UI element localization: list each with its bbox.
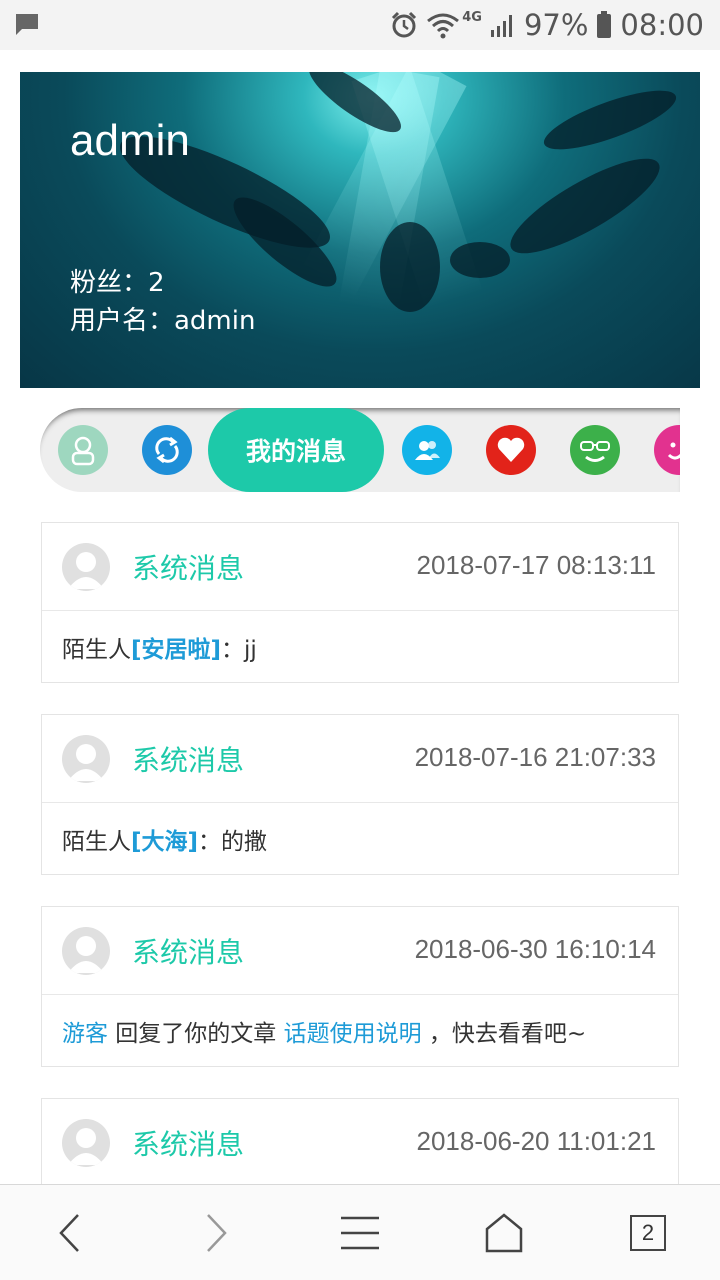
message-icon (16, 14, 38, 35)
forward-button[interactable] (188, 1207, 244, 1259)
alarm-icon (392, 11, 417, 38)
message-time: 2018-06-30 16:10:14 (414, 934, 656, 964)
user-icon[interactable] (58, 425, 108, 475)
profile-banner: admin 粉丝：2 用户名：admin (20, 72, 700, 388)
message-card[interactable]: 系统消息 2018-06-30 16:10:14 游客 回复了你的文章 话题使用… (41, 906, 679, 1067)
heart-icon[interactable] (486, 425, 536, 475)
message-time: 2018-06-20 11:01:21 (416, 1126, 657, 1156)
avatar (62, 543, 110, 591)
message-card[interactable]: 系统消息 2018-07-17 08:13:11 陌生人 [安居啦] ：jj (41, 522, 679, 683)
article-link[interactable]: 话题使用说明 (284, 1014, 422, 1048)
username: 用户名：admin (70, 306, 256, 336)
message-card[interactable]: 系统消息 2018-07-16 21:07:33 陌生人 [大海] ：的撒 (41, 714, 679, 875)
status-bar: 4G 97% 08:00 (0, 0, 720, 50)
contacts-icon[interactable] (402, 425, 452, 475)
message-header: 系统消息 2018-06-30 16:10:14 (42, 907, 678, 995)
message-content: ：的撒 (198, 828, 268, 855)
clock: 08:00 (620, 8, 704, 42)
message-body: 陌生人 [大海] ：的撒 (42, 803, 678, 874)
message-time: 2018-07-17 08:13:11 (416, 550, 657, 580)
network-type: 4G (462, 9, 482, 25)
message-suffix: ，快去看看吧~ (421, 1020, 587, 1047)
home-icon (485, 1213, 523, 1253)
menu-button[interactable] (332, 1207, 388, 1259)
message-header: 系统消息 2018-07-17 08:13:11 (42, 523, 678, 611)
profile-menu: 我的消息 (40, 408, 680, 492)
message-header: 系统消息 2018-07-16 21:07:33 (42, 715, 678, 803)
browser-toolbar: 2 (0, 1184, 720, 1280)
my-messages-tab[interactable]: 我的消息 (208, 408, 384, 492)
tabs-button[interactable]: 2 (620, 1207, 676, 1259)
avatar (62, 927, 110, 975)
message-action: 回复了你的文章 (108, 1020, 284, 1047)
battery-icon (597, 11, 612, 38)
smiley-icon[interactable] (654, 425, 680, 475)
back-button[interactable] (42, 1207, 98, 1259)
signal-icon (490, 15, 512, 37)
message-actor-link[interactable]: 游客 (62, 1014, 108, 1048)
avatar (62, 1119, 110, 1167)
wifi-icon (427, 13, 460, 39)
avatar (62, 735, 110, 783)
refresh-icon[interactable] (142, 425, 192, 475)
message-content: ：jj (221, 636, 257, 663)
home-button[interactable] (476, 1207, 532, 1259)
message-sender: 系统消息 (132, 552, 245, 585)
message-sender: 系统消息 (132, 744, 245, 777)
message-body: 陌生人 [安居啦] ：jj (42, 611, 678, 682)
message-time: 2018-07-16 21:07:33 (414, 742, 656, 772)
message-prefix: 陌生人 (62, 636, 131, 663)
battery-percent: 97% (523, 8, 589, 42)
chevron-right-icon (207, 1214, 227, 1252)
sunglasses-smiley-icon[interactable] (570, 425, 620, 475)
message-user-link[interactable]: [大海] (131, 822, 198, 856)
chevron-left-icon (59, 1214, 79, 1252)
message-sender: 系统消息 (132, 1128, 245, 1161)
profile-name: admin (70, 116, 190, 165)
hamburger-icon (341, 1216, 379, 1250)
tab-count: 2 (630, 1215, 666, 1251)
message-header: 系统消息 2018-06-20 11:01:21 (42, 1099, 678, 1187)
message-body: 游客 回复了你的文章 话题使用说明 ，快去看看吧~ (42, 995, 678, 1066)
fans-count: 粉丝：2 (70, 268, 165, 298)
message-sender: 系统消息 (132, 936, 245, 969)
message-user-link[interactable]: [安居啦] (131, 630, 221, 664)
message-prefix: 陌生人 (62, 828, 131, 855)
